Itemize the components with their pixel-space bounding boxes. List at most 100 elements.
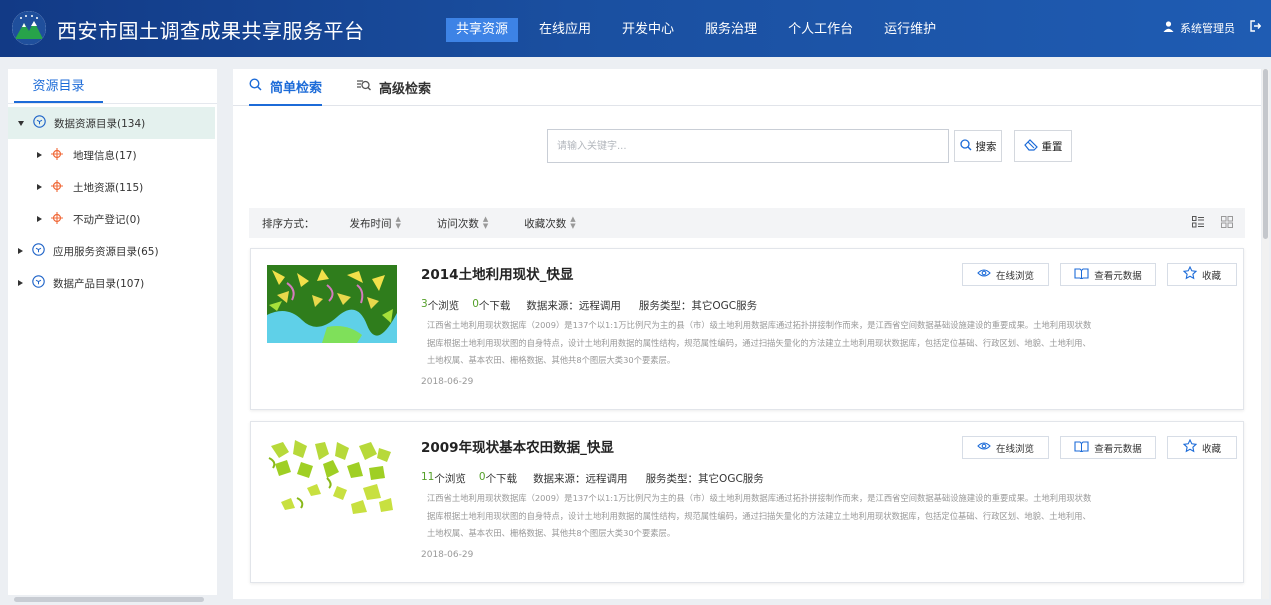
- card-meta: 11 个浏览 0 个下载 数据来源：远程调用 服务类型：其它OGC服务: [421, 471, 764, 486]
- button-label: 在线浏览: [995, 270, 1034, 282]
- tab-resource-catalog[interactable]: 资源目录: [14, 69, 103, 103]
- map-thumbnail[interactable]: [267, 438, 397, 516]
- chevron-down-icon[interactable]: [18, 120, 24, 126]
- nav-workspace[interactable]: 个人工作台: [778, 18, 863, 42]
- data-source: 数据来源：远程调用: [533, 473, 628, 485]
- sort-arrows-icon: ▲ ▼: [570, 215, 576, 230]
- sort-item-label: 发布时间: [349, 217, 392, 230]
- service-type: 服务类型：其它OGC服务: [645, 473, 764, 485]
- main-nav: 共享资源 在线应用 开发中心 服务治理 个人工作台 运行维护: [446, 18, 957, 42]
- sort-publish-time[interactable]: 发布时间 ▲ ▼: [350, 216, 401, 231]
- download-count: 0: [472, 298, 479, 310]
- cube-icon: [32, 243, 45, 259]
- tree-item-label: 地理信息(17): [73, 149, 137, 162]
- button-label: 查看元数据: [1094, 443, 1142, 455]
- view-count: 3: [421, 298, 428, 310]
- search-button[interactable]: 搜索: [954, 130, 1002, 162]
- tree-item-label: 应用服务资源目录(65): [53, 245, 159, 258]
- tree-item-label: 数据资源目录(134): [54, 117, 146, 130]
- view-count-label: 个浏览: [434, 473, 466, 485]
- tree-item-real-estate[interactable]: 不动产登记(0): [8, 203, 215, 235]
- card-meta: 3 个浏览 0 个下载 数据来源：远程调用 服务类型：其它OGC服务: [421, 298, 757, 313]
- tab-label: 简单检索: [270, 81, 323, 96]
- sort-arrows-icon: ▲ ▼: [395, 215, 401, 230]
- favorite-button[interactable]: 收藏: [1167, 436, 1237, 459]
- tab-label: 高级检索: [379, 82, 432, 97]
- view-metadata-button[interactable]: 查看元数据: [1060, 436, 1156, 459]
- online-browse-button[interactable]: 在线浏览: [962, 263, 1049, 286]
- page-scrollbar-thumb[interactable]: [1263, 69, 1268, 239]
- search-tabs: 简单检索 高级检索: [233, 69, 1261, 106]
- advanced-search-icon: [356, 79, 371, 96]
- tree-item-label: 土地资源(115): [73, 181, 144, 194]
- sort-item-label: 访问次数: [436, 217, 479, 230]
- nav-dev-center[interactable]: 开发中心: [612, 18, 684, 42]
- cube-icon: [32, 275, 45, 291]
- sort-favorite-count[interactable]: 收藏次数 ▲ ▼: [524, 216, 575, 231]
- chevron-right-icon[interactable]: [37, 152, 42, 158]
- sort-item-label: 收藏次数: [524, 217, 567, 230]
- button-label: 收藏: [1201, 270, 1221, 282]
- tree-item-app-services[interactable]: 应用服务资源目录(65): [8, 235, 215, 267]
- logout-icon[interactable]: [1249, 18, 1262, 40]
- reset-icon: [1023, 138, 1038, 154]
- user-name[interactable]: 系统管理员: [1180, 18, 1235, 40]
- download-count-label: 个下载: [485, 473, 518, 485]
- chevron-right-icon[interactable]: [18, 248, 23, 254]
- download-count: 0: [478, 471, 486, 483]
- nav-operations[interactable]: 运行维护: [874, 18, 946, 42]
- search-icon: [959, 138, 972, 154]
- app-title: 西安市国土调查成果共享服务平台: [57, 19, 365, 43]
- book-icon: [1074, 267, 1089, 282]
- card-date: 2018-06-29: [421, 377, 474, 387]
- eye-icon: [977, 268, 991, 281]
- nav-online-apps[interactable]: 在线应用: [529, 18, 601, 42]
- nav-service-governance[interactable]: 服务治理: [695, 18, 767, 42]
- card-title[interactable]: 2009年现状基本农田数据_快显: [421, 436, 614, 456]
- tree-item-land-resources[interactable]: 土地资源(115): [8, 171, 215, 203]
- reset-button[interactable]: 重置: [1014, 130, 1072, 162]
- card-date: 2018-06-29: [421, 550, 474, 560]
- star-icon: [1182, 265, 1198, 283]
- view-metadata-button[interactable]: 查看元数据: [1060, 263, 1156, 286]
- sort-visit-count[interactable]: 访问次数 ▲ ▼: [437, 216, 488, 231]
- chevron-right-icon[interactable]: [37, 216, 42, 222]
- tab-simple-search[interactable]: 简单检索: [249, 69, 323, 106]
- button-label: 查看元数据: [1094, 270, 1142, 282]
- download-count-label: 个下载: [478, 300, 511, 312]
- tree-item-label: 数据产品目录(107): [53, 277, 145, 290]
- top-header: 西安市国土调查成果共享服务平台 共享资源 在线应用 开发中心 服务治理 个人工作…: [0, 0, 1271, 57]
- search-icon: [249, 78, 262, 95]
- book-icon: [1074, 440, 1089, 455]
- sort-arrows-icon: ▲ ▼: [482, 215, 489, 230]
- card-description: 江西省土地利用现状数据库（2009）是137个以1:1万比例尺为主的县（市）级土…: [427, 493, 1092, 538]
- grid-view-icon[interactable]: [1221, 215, 1233, 231]
- tree-item-label: 不动产登记(0): [73, 213, 141, 226]
- tree-item-data-resources[interactable]: 数据资源目录(134): [8, 107, 215, 139]
- resource-sidebar: 资源目录 数据资源目录(134) 地理信息(17) 土地资源(115) 不动产登…: [8, 69, 217, 595]
- user-icon: [1163, 18, 1174, 40]
- divider: [8, 103, 217, 104]
- sidebar-scrollbar[interactable]: [14, 597, 204, 602]
- resource-card: 2014土地利用现状_快显 3 个浏览 0 个下载 数据来源：远程调用 服务类型…: [250, 248, 1244, 410]
- favorite-button[interactable]: 收藏: [1167, 263, 1237, 286]
- map-thumbnail[interactable]: [267, 265, 397, 343]
- chevron-right-icon[interactable]: [37, 184, 42, 190]
- tree-item-geo-info[interactable]: 地理信息(17): [8, 139, 215, 171]
- card-title[interactable]: 2014土地利用现状_快显: [421, 263, 573, 283]
- main-panel: 简单检索 高级检索 搜索 重置 排序方式： 发布时间 ▲▼ 访问次数 ▲▼: [233, 69, 1261, 599]
- search-input[interactable]: [547, 129, 949, 163]
- logo-icon: [12, 11, 46, 45]
- tree-item-data-products[interactable]: 数据产品目录(107): [8, 267, 215, 299]
- nav-shared-resources[interactable]: 共享资源: [446, 18, 519, 42]
- crosshair-icon: [51, 179, 63, 195]
- reset-button-label: 重置: [1041, 140, 1063, 153]
- user-area: 系统管理员: [1163, 18, 1262, 40]
- online-browse-button[interactable]: 在线浏览: [962, 436, 1049, 459]
- crosshair-icon: [51, 211, 63, 227]
- cube-icon: [33, 115, 46, 131]
- button-label: 收藏: [1201, 443, 1221, 455]
- list-view-icon[interactable]: [1192, 215, 1205, 231]
- chevron-right-icon[interactable]: [18, 280, 23, 286]
- tab-advanced-search[interactable]: 高级检索: [356, 69, 431, 106]
